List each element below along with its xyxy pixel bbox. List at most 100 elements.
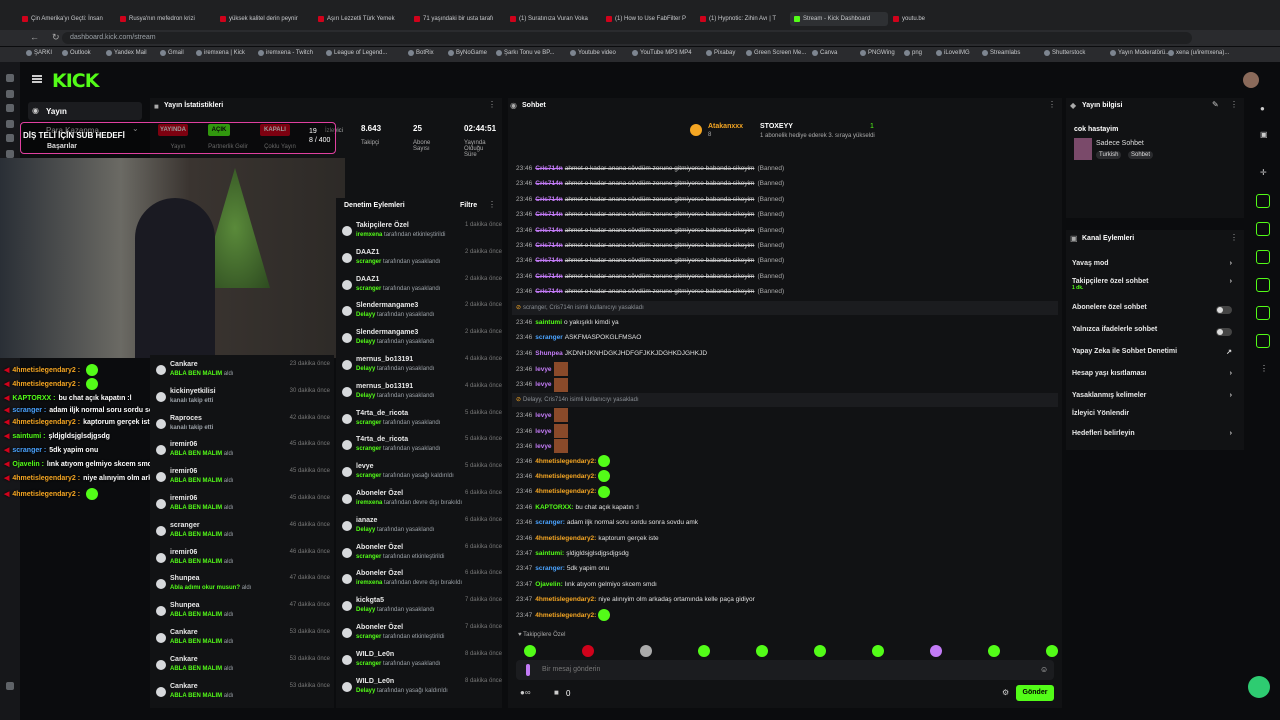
audit-row[interactable]: kickgta5 7 dakika önce Delayy tarafından y…	[336, 595, 502, 622]
bookmark-item[interactable]: YouTube MP3 MP4	[632, 50, 692, 56]
reload-icon[interactable]: ↻	[52, 32, 60, 43]
chat-username[interactable]: Cris714n	[535, 242, 562, 249]
app-shortcut-icon[interactable]	[6, 134, 14, 142]
chat-username[interactable]: levye	[535, 412, 551, 419]
activity-row[interactable]: Cankare 53 dakika önce ABLA BEN MALIM aldı	[150, 654, 334, 681]
channel-action-row[interactable]: Hesap yaşı kısıtlaması ›	[1072, 370, 1238, 384]
audit-row[interactable]: DAAZ1 2 dakika önce scranger tarafından ya…	[336, 274, 502, 301]
audit-row[interactable]: levye 5 dakika önce scranger tarafından ya…	[336, 461, 502, 488]
chat-username[interactable]: saintumi:	[535, 550, 564, 557]
audit-row[interactable]: Aboneler Özel 6 dakika önce iremxena taraf…	[336, 568, 502, 595]
app-shortcut-icon[interactable]	[6, 150, 14, 158]
chat-username[interactable]: Cris714n	[535, 257, 562, 264]
activity-row[interactable]: iremir06 45 dakika önce ABLA BEN MALIM ald…	[150, 493, 334, 520]
help-chat-icon[interactable]	[1248, 676, 1270, 698]
chat-username[interactable]: levye	[535, 443, 551, 450]
bookmark-item[interactable]: ByNoGame	[448, 50, 487, 56]
chat-username[interactable]: scranger:	[535, 565, 565, 572]
audit-row[interactable]: Aboneler Özel 6 dakika önce scranger taraf…	[336, 542, 502, 569]
audit-row[interactable]: mernus_bo13191 4 dakika önce Delayy tarafı…	[336, 381, 502, 408]
group-icon[interactable]: ●∞	[520, 688, 531, 697]
bookmark-item[interactable]: iremxena | Kick	[196, 50, 245, 56]
avatar[interactable]	[1243, 72, 1259, 88]
bookmark-item[interactable]: png	[904, 50, 922, 56]
more-icon[interactable]: ⋮	[1230, 233, 1238, 242]
channel-action-row[interactable]: Abonelere özel sohbet	[1072, 304, 1238, 318]
app-shortcut-icon[interactable]	[6, 682, 14, 690]
channel-action-row[interactable]: İzleyici Yönlendir	[1072, 410, 1238, 424]
quick-action-link-icon[interactable]	[1256, 278, 1270, 292]
audit-row[interactable]: Takipçilere Özel 1 dakika önce iremxena ta…	[336, 220, 502, 247]
more-icon[interactable]: ⋮	[1230, 100, 1238, 109]
panel-toggle-icon[interactable]: ▣	[1260, 130, 1268, 139]
send-button[interactable]: Gönder	[1016, 685, 1054, 701]
chat-username[interactable]: Cris714n	[535, 273, 562, 280]
bookmark-item[interactable]: xena (u/iremxena)...	[1168, 50, 1229, 56]
chat-username[interactable]: Cris714n	[535, 180, 562, 187]
bookmark-item[interactable]: Canva	[812, 50, 837, 56]
channel-action-row[interactable]: Yavaş mod ›	[1072, 260, 1238, 274]
app-shortcut-icon[interactable]	[6, 120, 14, 128]
back-icon[interactable]: ←	[30, 32, 39, 42]
audit-row[interactable]: DAAZ1 2 dakika önce scranger tarafından ya…	[336, 247, 502, 274]
chat-username[interactable]: Cris714n	[535, 211, 562, 218]
more-options-icon[interactable]: ⋮	[1260, 364, 1268, 373]
quick-action-chat-icon[interactable]	[1256, 250, 1270, 264]
channel-action-row[interactable]: Hedefleri belirleyin ›	[1072, 430, 1238, 444]
browser-tab[interactable]: Stream - Kick Dashboard	[790, 12, 888, 26]
activity-row[interactable]: Shunpea 47 dakika önce Abla adımı okur mus…	[150, 573, 334, 600]
browser-tab[interactable]: Çin Amerika'yı Geçti: İnsan	[22, 12, 114, 26]
emote-shortcut-icon[interactable]	[930, 645, 942, 657]
bookmark-item[interactable]: Youtube video	[570, 50, 616, 56]
audit-row[interactable]: WILD_Le0n 8 dakika önce Delayy tarafından …	[336, 676, 502, 703]
chat-username[interactable]: KAPTORXX:	[535, 504, 573, 511]
audit-row[interactable]: Aboneler Özel 6 dakika önce iremxena taraf…	[336, 488, 502, 515]
browser-tab[interactable]: Rusya'nın mefedron krizi	[120, 12, 212, 26]
chat-username[interactable]: Cris714n	[535, 288, 562, 295]
bookmark-item[interactable]: Pixabay	[706, 50, 735, 56]
audit-row[interactable]: ianaze 6 dakika önce Delayy tarafından yas…	[336, 515, 502, 542]
chat-username[interactable]: levye	[535, 381, 551, 388]
activity-row[interactable]: Raproces 42 dakika önce kanalı takip etti	[150, 413, 334, 440]
quick-action-save-icon[interactable]	[1256, 306, 1270, 320]
edit-icon[interactable]: ✎	[1212, 100, 1219, 109]
channel-action-row[interactable]: Yasaklanmış kelimeler ›	[1072, 392, 1238, 406]
kick-logo[interactable]: KICK	[52, 70, 99, 92]
audit-row[interactable]: Aboneler Özel 7 dakika önce scranger taraf…	[336, 622, 502, 649]
nav-item-achievements[interactable]: Başarılar	[47, 143, 77, 150]
bookmark-item[interactable]: Şarkı Tonu ve BP...	[496, 50, 554, 56]
bookmark-item[interactable]: Outlook	[62, 50, 91, 56]
chat-username[interactable]: scranger	[535, 334, 562, 341]
browser-tab[interactable]: (1) How to Use FabFilter P	[606, 12, 694, 26]
app-shortcut-icon[interactable]	[6, 74, 14, 82]
chat-username[interactable]: Shunpea	[535, 350, 562, 357]
chat-username[interactable]: Cris714n	[535, 227, 562, 234]
emote-shortcut-icon[interactable]	[582, 645, 594, 657]
browser-tab[interactable]: 71 yaşındaki bir usta tarafı	[414, 12, 504, 26]
chat-username[interactable]: levye	[535, 428, 551, 435]
bookmark-item[interactable]: Yandex Mail	[106, 50, 147, 56]
bookmark-item[interactable]: Shutterstock	[1044, 50, 1085, 56]
chat-username[interactable]: 4hmetislegendary2:	[535, 612, 596, 619]
bookmark-item[interactable]: PNGWing	[860, 50, 895, 56]
app-shortcut-icon[interactable]	[6, 90, 14, 98]
bookmark-item[interactable]: League of Legend...	[326, 50, 387, 56]
crosshair-icon[interactable]: ✛	[1260, 168, 1267, 177]
chat-username[interactable]: saintumi	[535, 319, 562, 326]
activity-row[interactable]: scranger 46 dakika önce ABLA BEN MALIM ald…	[150, 520, 334, 547]
chat-username[interactable]: 4hmetislegendary2:	[535, 473, 596, 480]
settings-gear-icon[interactable]: ⚙	[1002, 688, 1009, 697]
quick-action-bolt-icon[interactable]	[1256, 194, 1270, 208]
chat-username[interactable]: Cris714n	[535, 196, 562, 203]
chat-username[interactable]: Ojavelin:	[535, 581, 562, 588]
channel-action-row[interactable]: Takipçilere özel sohbet 1 dk. ›	[1072, 278, 1238, 292]
emote-shortcut-icon[interactable]	[814, 645, 826, 657]
filter-button[interactable]: Filtre	[460, 202, 477, 209]
app-shortcut-icon[interactable]	[6, 104, 14, 112]
chat-username[interactable]: 4hmetislegendary2:	[535, 488, 596, 495]
more-icon[interactable]: ⋮	[1048, 100, 1056, 109]
bookmark-item[interactable]: iremxena - Twitch	[258, 50, 313, 56]
emote-shortcut-icon[interactable]	[1046, 645, 1058, 657]
channel-action-row[interactable]: Yapay Zeka ile Sohbet Denetimi ↗	[1072, 348, 1238, 362]
bookmark-item[interactable]: Streamlabs	[982, 50, 1020, 56]
